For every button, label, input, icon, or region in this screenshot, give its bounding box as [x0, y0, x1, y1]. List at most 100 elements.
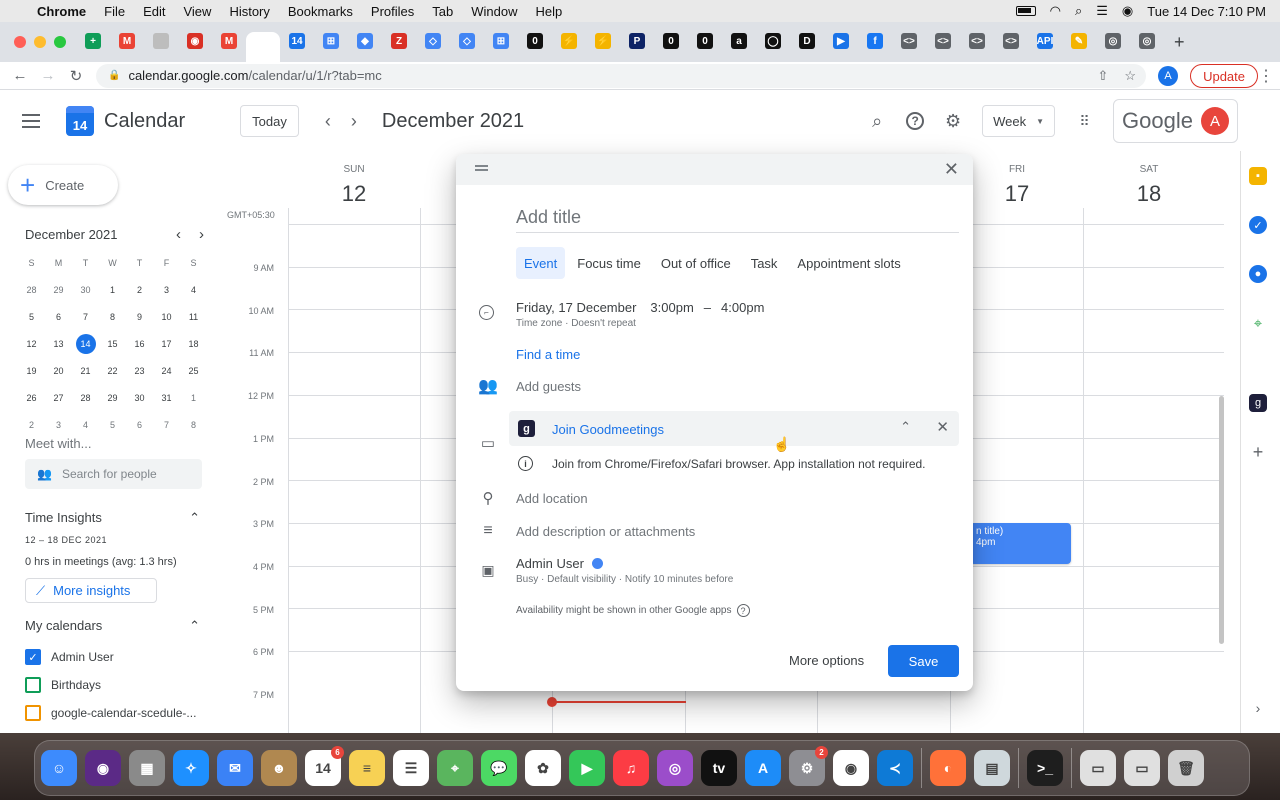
tab-focus-time[interactable]: Focus time [569, 247, 649, 279]
menu-file[interactable]: File [95, 4, 134, 19]
mini-day[interactable]: 17 [153, 332, 180, 356]
menu-window[interactable]: Window [462, 4, 526, 19]
more-insights-button[interactable]: ⟋ More insights [25, 578, 157, 603]
tab-task[interactable]: Task [743, 247, 786, 279]
start-time[interactable]: 3:00pm [650, 300, 693, 315]
tab-event[interactable]: Event [516, 247, 566, 279]
end-time[interactable]: 4:00pm [721, 300, 764, 315]
browser-tab[interactable]: + [76, 26, 110, 56]
time-insights-header[interactable]: Time Insights ⌃ [25, 510, 200, 526]
safari-icon[interactable]: ✧ [173, 750, 209, 786]
zoom-window-button[interactable] [54, 36, 66, 48]
chevron-up-icon[interactable]: ⌃ [900, 419, 911, 435]
bookmark-star-icon[interactable]: ☆ [1124, 68, 1136, 84]
calendar-icon[interactable]: 14 6 [305, 746, 344, 786]
save-button[interactable]: Save [888, 645, 959, 677]
browser-tab[interactable] [246, 32, 280, 66]
mini-day[interactable]: 13 [45, 332, 72, 356]
mini-day[interactable]: 28 [72, 386, 99, 410]
facetime-icon[interactable]: ▶ [569, 750, 605, 786]
mini-day[interactable]: 14 [75, 334, 96, 354]
grid-scrollbar[interactable] [1219, 396, 1224, 644]
browser-tab[interactable]: ⚡ [586, 26, 620, 56]
maps-icon[interactable]: ⌖ [1249, 314, 1267, 332]
finder-icon[interactable]: ☺ [41, 750, 77, 786]
mini-day[interactable]: 3 [45, 413, 72, 437]
owner-details[interactable]: Busy · Default visibility · Notify 10 mi… [516, 574, 733, 585]
chrome-icon[interactable]: ◉ [833, 750, 869, 786]
terminal-icon[interactable]: >_ [1027, 750, 1063, 786]
omnibox[interactable]: 🔒 calendar.google.com/calendar/u/1/r?tab… [96, 63, 1146, 88]
profile-avatar[interactable]: A [1158, 65, 1178, 86]
launchpad-icon[interactable]: ▦ [129, 750, 165, 786]
messages-icon[interactable]: 💬 [481, 750, 517, 786]
browser-tab[interactable]: ◆ [348, 26, 382, 56]
menu-edit[interactable]: Edit [134, 4, 174, 19]
mini-day[interactable]: 7 [153, 413, 180, 437]
remove-conference-icon[interactable]: ✕ [936, 418, 949, 436]
browser-tab[interactable]: 14 [280, 26, 314, 56]
update-button[interactable]: Update [1190, 64, 1258, 88]
maps-icon[interactable]: ⌖ [437, 750, 473, 786]
spotlight-icon[interactable]: ⌕ [1075, 3, 1082, 19]
mini-day[interactable]: 29 [45, 278, 72, 302]
today-button[interactable]: Today [240, 105, 299, 137]
mini-day[interactable]: 6 [126, 413, 153, 437]
next-week-icon[interactable]: › [351, 111, 357, 132]
mini-day[interactable]: 15 [99, 332, 126, 356]
browser-tab[interactable]: <> [960, 26, 994, 56]
battery-icon[interactable] [1015, 6, 1036, 16]
back-icon[interactable]: ← [6, 67, 34, 84]
mini-day[interactable]: 16 [126, 332, 153, 356]
preview-icon[interactable]: ▤ [974, 750, 1010, 786]
join-goodmeetings-link[interactable]: Join Goodmeetings [552, 422, 664, 437]
trash-icon[interactable]: 🗑 [1168, 750, 1204, 786]
browser-tab[interactable]: 0 [518, 26, 552, 56]
browser-tab[interactable]: <> [994, 26, 1028, 56]
menu-tab[interactable]: Tab [423, 4, 462, 19]
calendar-color-dot[interactable] [591, 558, 603, 569]
siri-icon[interactable]: ◉ [85, 750, 121, 786]
mini-day[interactable]: 29 [99, 386, 126, 410]
mini-day[interactable]: 27 [45, 386, 72, 410]
find-a-time-link[interactable]: Find a time [516, 347, 580, 362]
goodmeetings-addon-icon[interactable]: g [1249, 394, 1267, 412]
date-time-row[interactable]: Friday, 17 December 3:00pm – 4:00pm [516, 300, 764, 315]
browser-tab[interactable]: ◇ [450, 26, 484, 56]
add-guests-field[interactable]: Add guests [516, 379, 581, 394]
window-icon[interactable]: ▭ [1080, 750, 1116, 786]
day-number[interactable]: 18 [1083, 181, 1215, 207]
draft-event-block[interactable]: n title) 4pm [970, 523, 1071, 564]
mail-icon[interactable]: ✉ [217, 750, 253, 786]
menu-help[interactable]: Help [527, 4, 572, 19]
add-description-field[interactable]: Add description or attachments [516, 524, 695, 539]
mini-day[interactable]: 19 [18, 359, 45, 383]
dialog-drag-bar[interactable]: ✕ [456, 154, 973, 185]
collapse-icon[interactable]: ⌃ [189, 618, 200, 634]
mini-day[interactable]: 30 [126, 386, 153, 410]
close-icon[interactable]: ✕ [944, 159, 959, 180]
photos-icon[interactable]: ✿ [525, 750, 561, 786]
search-icon[interactable]: ⌕ [866, 110, 888, 132]
browser-tab[interactable]: ⚡ [552, 26, 586, 56]
mini-day[interactable]: 1 [99, 278, 126, 302]
mini-day[interactable]: 6 [45, 305, 72, 329]
calendar-list-item[interactable]: ✓ Admin User [25, 649, 114, 665]
browser-tab[interactable]: 0 [688, 26, 722, 56]
mini-day[interactable]: 25 [180, 359, 207, 383]
browser-tab[interactable]: ▶ [824, 26, 858, 56]
mini-day[interactable]: 2 [18, 413, 45, 437]
view-switcher[interactable]: Week ▼ [982, 105, 1056, 137]
event-date[interactable]: Friday, 17 December [516, 300, 636, 315]
close-window-button[interactable] [14, 36, 26, 48]
help-circle-icon[interactable]: ? [736, 604, 750, 617]
calendar-logo[interactable]: 14 [66, 106, 94, 136]
podcasts-icon[interactable]: ◎ [657, 750, 693, 786]
browser-tab[interactable]: ◇ [416, 26, 450, 56]
tab-appointment-slots[interactable]: Appointment slots [789, 247, 908, 279]
mini-day[interactable]: 18 [180, 332, 207, 356]
mini-day[interactable]: 10 [153, 305, 180, 329]
tv-icon[interactable]: tv [701, 750, 737, 786]
mini-day[interactable]: 21 [72, 359, 99, 383]
main-menu-icon[interactable] [22, 114, 48, 128]
